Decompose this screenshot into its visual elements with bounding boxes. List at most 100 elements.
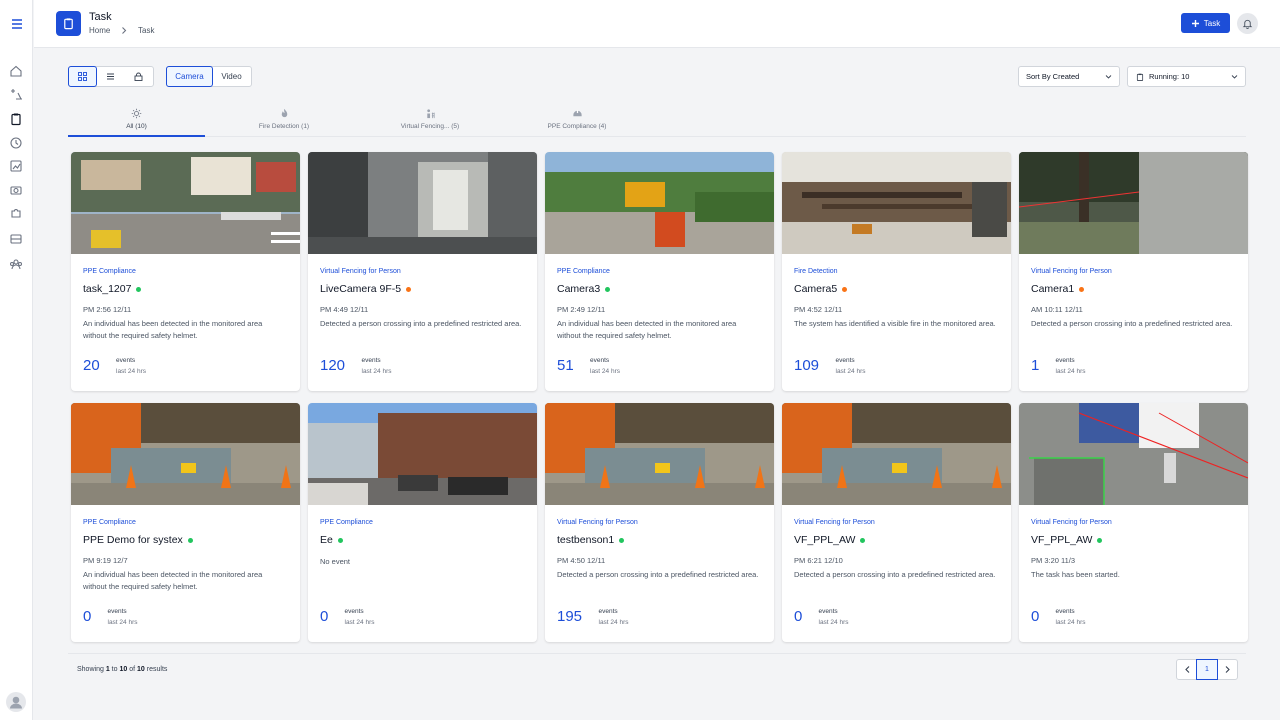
task-page-icon — [56, 11, 81, 36]
list-view-button[interactable] — [96, 67, 124, 86]
home-icon[interactable] — [9, 64, 23, 78]
breadcrumb-current: Task — [138, 26, 155, 35]
task-name-text: Ee — [320, 534, 333, 546]
events-label: events — [1055, 608, 1075, 615]
users-icon[interactable] — [9, 257, 23, 271]
task-category: Virtual Fencing for Person — [320, 268, 401, 275]
task-time: PM 4:49 12/11 — [320, 305, 369, 314]
pagination-next-button[interactable] — [1216, 659, 1238, 680]
event-count: 0 — [1031, 608, 1040, 625]
task-card[interactable]: Virtual Fencing for Person LiveCamera 9F-… — [308, 152, 537, 391]
task-category: PPE Compliance — [83, 268, 136, 275]
task-name-text: LiveCamera 9F-5 — [320, 283, 402, 295]
helmet-icon — [572, 109, 582, 116]
task-category: Virtual Fencing for Person — [794, 519, 875, 526]
event-count: 195 — [557, 608, 583, 625]
tab-ppe-compliance[interactable]: PPE Compliance (4) — [508, 100, 646, 137]
events-label: events — [116, 357, 136, 364]
task-name[interactable]: Ee — [320, 534, 343, 546]
events-period: last 24 hrs — [344, 619, 375, 626]
source-tab-camera[interactable]: Camera — [166, 66, 213, 87]
status-dot — [1097, 537, 1103, 543]
chevron-right-icon — [1225, 666, 1230, 673]
bell-icon — [1242, 19, 1253, 29]
task-name[interactable]: Camera1 — [1031, 283, 1085, 295]
task-name[interactable]: PPE Demo for systex — [83, 534, 193, 546]
events-period: last 24 hrs — [818, 619, 849, 626]
camera-thumbnail[interactable] — [1019, 403, 1248, 505]
fire-icon — [281, 108, 287, 117]
task-name[interactable]: Camera3 — [557, 283, 611, 295]
clipboard-icon[interactable] — [9, 112, 23, 126]
chevron-down-icon — [1231, 75, 1238, 79]
breadcrumb-home[interactable]: Home — [89, 26, 110, 35]
camera-thumbnail[interactable] — [308, 152, 537, 254]
task-card[interactable]: PPE Compliance task_1207 PM 2:56 12/11 An i… — [71, 152, 300, 391]
tab-fire-detection[interactable]: Fire Detection (1) — [215, 100, 353, 137]
clock-icon[interactable] — [9, 136, 23, 150]
task-name[interactable]: Camera5 — [794, 283, 848, 295]
task-category: PPE Compliance — [557, 268, 610, 275]
notifications-button[interactable] — [1237, 13, 1258, 34]
task-category: PPE Compliance — [320, 519, 373, 526]
task-card[interactable]: PPE Compliance Ee No event 0 events last 24 h… — [308, 403, 537, 642]
camera-thumbnail[interactable] — [782, 152, 1011, 254]
task-time: PM 2:49 12/11 — [557, 305, 606, 314]
event-count: 0 — [794, 608, 803, 625]
camera-thumbnail[interactable] — [1019, 152, 1248, 254]
camera-thumbnail[interactable] — [782, 403, 1011, 505]
camera-thumbnail[interactable] — [545, 403, 774, 505]
camera-view-button[interactable] — [124, 67, 152, 86]
pagination-page-1[interactable]: 1 — [1196, 659, 1218, 680]
status-filter-value: Running: 10 — [1149, 72, 1190, 81]
status-dot — [187, 537, 193, 543]
puzzle-icon[interactable] — [9, 206, 23, 220]
storage-icon[interactable] — [9, 232, 23, 246]
events-label: events — [598, 608, 618, 615]
events-label: events — [361, 357, 381, 364]
task-card[interactable]: Virtual Fencing for Person testbenson1 PM … — [545, 403, 774, 642]
task-description: Detected a person crossing into a predef… — [557, 570, 759, 579]
task-description: An individual has been detected in the m… — [557, 319, 737, 340]
sort-select[interactable]: Sort By Created — [1018, 66, 1120, 87]
chart-icon[interactable] — [9, 159, 23, 173]
task-card[interactable]: Fire Detection Camera5 PM 4:52 12/11 The sy… — [782, 152, 1011, 391]
add-task-button[interactable]: Task — [1181, 13, 1230, 33]
active-tab-indicator — [68, 135, 205, 137]
task-name[interactable]: VF_PPL_AW — [1031, 534, 1103, 546]
pagination-prev-button[interactable] — [1176, 659, 1198, 680]
task-name[interactable]: VF_PPL_AW — [794, 534, 866, 546]
task-card[interactable]: Virtual Fencing for Person Camera1 AM 10:1… — [1019, 152, 1248, 391]
camera-thumbnail[interactable] — [545, 152, 774, 254]
task-name[interactable]: task_1207 — [83, 283, 142, 295]
events-label: events — [1055, 357, 1075, 364]
grid-icon — [78, 72, 87, 81]
grid-view-button[interactable] — [68, 66, 97, 87]
tab-ppe-compliance-label: PPE Compliance (4) — [547, 122, 607, 130]
user-avatar-icon[interactable] — [6, 692, 26, 712]
tab-all[interactable]: All (10) — [68, 100, 205, 137]
task-name[interactable]: LiveCamera 9F-5 — [320, 283, 412, 295]
task-name[interactable]: testbenson1 — [557, 534, 625, 546]
task-name-text: VF_PPL_AW — [794, 534, 856, 546]
camera-thumbnail[interactable] — [308, 403, 537, 505]
sparkle-icon[interactable] — [9, 87, 23, 101]
task-card[interactable]: Virtual Fencing for Person VF_PPL_AW PM 6:… — [782, 403, 1011, 642]
task-card[interactable]: PPE Compliance PPE Demo for systex PM 9:19… — [71, 403, 300, 642]
task-card[interactable]: PPE Compliance Camera3 PM 2:49 12/11 An ind… — [545, 152, 774, 391]
events-label: events — [107, 608, 127, 615]
task-description: An individual has been detected in the m… — [83, 319, 263, 340]
status-dot — [842, 286, 848, 292]
events-label: events — [590, 357, 610, 364]
camera-thumbnail[interactable] — [71, 403, 300, 505]
task-card[interactable]: Virtual Fencing for Person VF_PPL_AW PM 3:… — [1019, 403, 1248, 642]
camera-icon[interactable] — [9, 183, 23, 197]
status-filter-select[interactable]: Running: 10 — [1127, 66, 1246, 87]
results-summary: Showing 1 to 10 of 10 results — [77, 666, 168, 673]
camera-thumbnail[interactable] — [71, 152, 300, 254]
task-description: Detected a person crossing into a predef… — [794, 570, 996, 579]
status-dot — [406, 286, 412, 292]
source-tab-video[interactable]: Video — [212, 67, 251, 86]
tab-virtual-fencing[interactable]: Virtual Fencing... (5) — [361, 100, 499, 137]
menu-icon[interactable] — [9, 16, 25, 32]
